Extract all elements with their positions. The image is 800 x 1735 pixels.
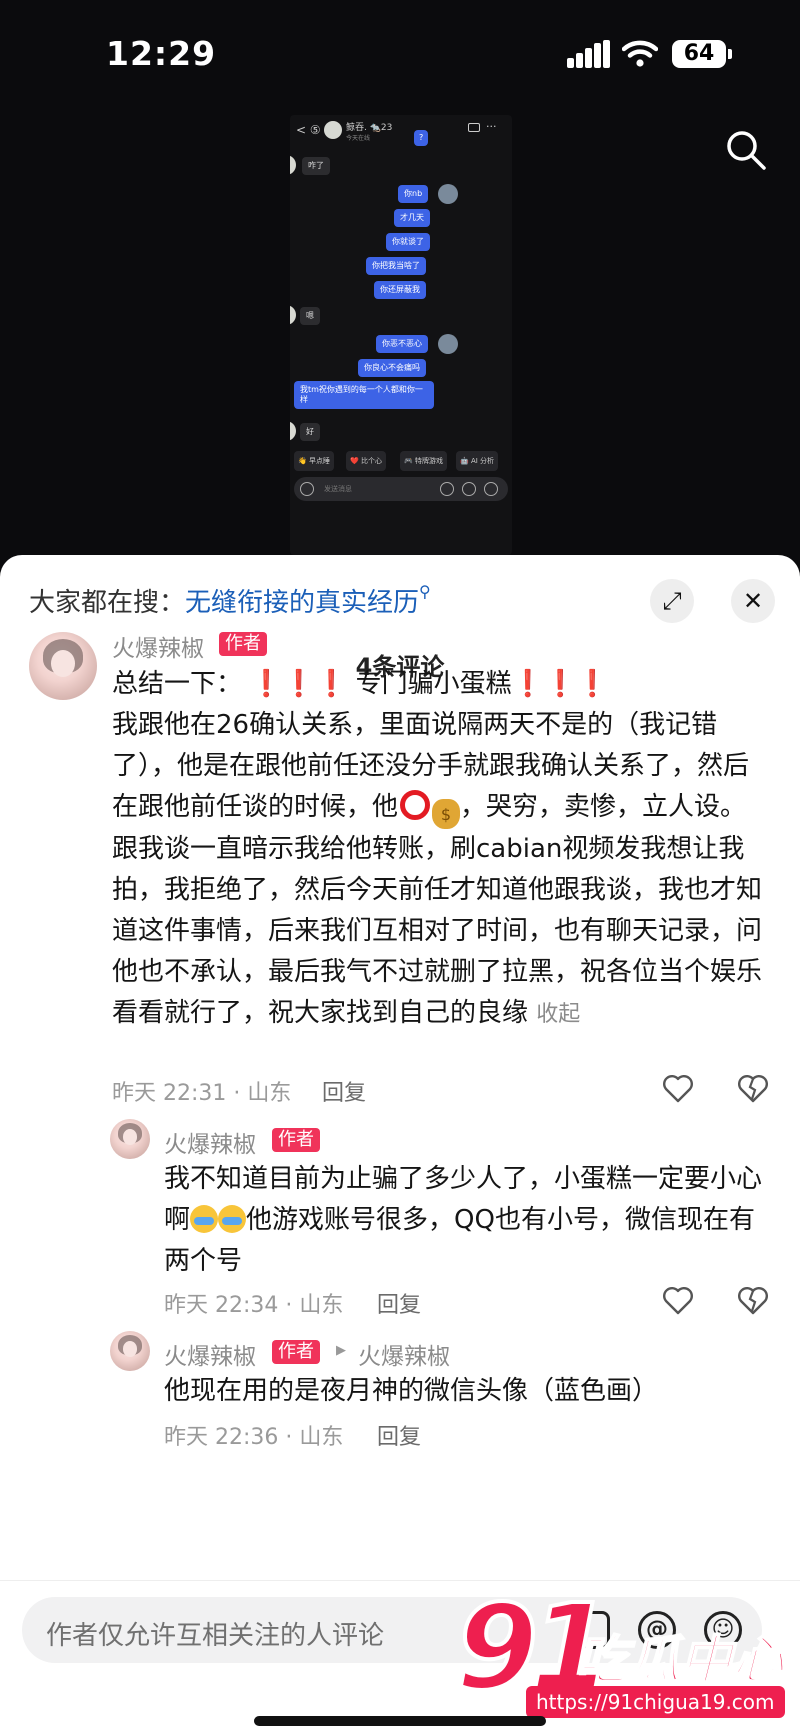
crying-face-icon bbox=[218, 1205, 247, 1233]
chat-bubble: 你良心不会痛吗 bbox=[358, 359, 426, 377]
author-badge: 作者 bbox=[219, 632, 267, 656]
reply-button[interactable]: 回复 bbox=[377, 1419, 421, 1451]
chat-header: < ⑤ 鲸吞. 🐀23 今天在线 ··· bbox=[290, 115, 512, 147]
reply-button[interactable]: 回复 bbox=[377, 1287, 421, 1319]
chat-input: 发送消息 bbox=[294, 477, 508, 501]
contact-avatar bbox=[290, 155, 296, 175]
chat-bubble: 好 bbox=[300, 423, 320, 441]
comment-meta: 昨天 22:36 · 山东 bbox=[164, 1425, 344, 1450]
reply-button[interactable]: 回复 bbox=[322, 1075, 366, 1107]
battery-indicator: 64 bbox=[672, 40, 732, 68]
video-call-icon bbox=[468, 123, 480, 132]
chat-bubble: ? bbox=[414, 130, 429, 146]
comment-author[interactable]: 火爆辣椒 bbox=[112, 629, 204, 663]
close-icon[interactable]: ✕ bbox=[731, 579, 775, 623]
chat-bubble: 才几天 bbox=[394, 209, 430, 227]
chat-bubble: 你nb bbox=[398, 185, 429, 203]
search-icon[interactable] bbox=[724, 128, 768, 172]
my-avatar bbox=[438, 184, 458, 204]
like-icon[interactable] bbox=[662, 1073, 694, 1103]
comment-input-placeholder: 作者仅允许互相关注的人评论 bbox=[46, 1621, 385, 1651]
chat-bubble: 咋了 bbox=[302, 157, 330, 175]
avatar[interactable] bbox=[110, 1331, 150, 1371]
comment-text: 他现在用的是夜月神的微信头像（蓝色画） bbox=[164, 1376, 659, 1406]
chat-bubble: 你恶不恶心 bbox=[376, 335, 428, 353]
dislike-icon[interactable] bbox=[737, 1073, 769, 1103]
dislike-icon[interactable] bbox=[737, 1285, 769, 1315]
comment-meta: 昨天 22:34 · 山东 bbox=[164, 1293, 344, 1318]
watermark: 91 吃瓜中心 https://91chigua19.com bbox=[454, 1576, 796, 1728]
contact-avatar bbox=[290, 421, 296, 441]
comment-author[interactable]: 火爆辣椒 bbox=[164, 1125, 256, 1159]
contact-avatar bbox=[324, 121, 342, 139]
avatar[interactable] bbox=[110, 1119, 150, 1159]
comment-sheet: 大家都在搜：无缝衔接的真实经历⚲ ⤢ ✕ 4条评论 火爆辣椒 作者 总结一下： … bbox=[0, 555, 800, 1735]
reply-arrow-icon: ▶ bbox=[336, 1343, 346, 1358]
home-indicator bbox=[254, 1716, 546, 1726]
chat-bubble: 我tm祝你遇到的每一个人都和你一样 bbox=[294, 381, 434, 409]
contact-avatar bbox=[290, 305, 296, 325]
plus-icon bbox=[484, 482, 498, 496]
comment-text: 我不知道目前为止骗了多少人了，小蛋糕一定要小心啊 他游戏账号很多，QQ也有小号，微… bbox=[164, 1164, 763, 1276]
contact-name: 鲸吞. 🐀23 bbox=[346, 123, 393, 133]
chat-screenshot-image[interactable]: < ⑤ 鲸吞. 🐀23 今天在线 ··· ? 咋了 你nb 才几天 你就谈了 你… bbox=[290, 115, 512, 555]
quick-action: 👋 早点睡 bbox=[294, 451, 334, 471]
author-badge: 作者 bbox=[272, 1340, 320, 1364]
status-bar: 12:29 64 bbox=[0, 0, 800, 110]
status-time: 12:29 bbox=[106, 34, 217, 73]
cellular-signal-icon bbox=[567, 40, 611, 68]
quick-action: ❤️ 比个心 bbox=[346, 451, 386, 471]
chat-input-placeholder: 发送消息 bbox=[324, 485, 352, 493]
back-icon: < ⑤ bbox=[296, 123, 321, 137]
my-avatar bbox=[438, 334, 458, 354]
trending-prefix: 大家都在搜： bbox=[29, 588, 186, 618]
quick-action: 🤖 AI 分析 bbox=[456, 451, 499, 471]
comment-meta: 昨天 22:31 · 山东 bbox=[112, 1081, 292, 1106]
crying-face-icon bbox=[190, 1205, 219, 1233]
comment-author[interactable]: 火爆辣椒 bbox=[164, 1337, 256, 1371]
chat-bubble: 你还屏蔽我 bbox=[374, 281, 426, 299]
voice-icon bbox=[440, 482, 454, 496]
watermark-url: https://91chigua19.com bbox=[526, 1686, 785, 1718]
contact-status: 今天在线 bbox=[346, 135, 371, 142]
like-icon[interactable] bbox=[662, 1285, 694, 1315]
author-badge: 作者 bbox=[272, 1128, 320, 1152]
collapse-link[interactable]: 收起 bbox=[536, 1002, 580, 1027]
chat-bubble: 嗯 bbox=[300, 307, 320, 325]
emoji-icon bbox=[462, 482, 476, 496]
camera-icon bbox=[300, 482, 314, 496]
red-circle-icon bbox=[400, 790, 431, 820]
avatar[interactable] bbox=[29, 632, 97, 700]
watermark-brand: 吃瓜中心 bbox=[575, 1630, 785, 1692]
quick-action: 🎮 特牌游戏 bbox=[400, 451, 447, 471]
reply-target[interactable]: 火爆辣椒 bbox=[358, 1337, 450, 1371]
more-icon: ··· bbox=[486, 120, 497, 133]
expand-icon[interactable]: ⤢ bbox=[650, 579, 694, 623]
wifi-icon bbox=[622, 40, 658, 67]
money-bag-icon: $ bbox=[432, 799, 461, 829]
comment-text: 总结一下： ❗❗❗ 专门骗小蛋糕❗❗❗ 我跟他在26确认关系，里面说隔两天不是的… bbox=[112, 669, 763, 1028]
search-icon: ⚲ bbox=[419, 582, 431, 601]
trending-search[interactable]: 大家都在搜：无缝衔接的真实经历⚲ bbox=[29, 582, 431, 619]
chat-bubble: 你就谈了 bbox=[386, 233, 430, 251]
chat-bubble: 你把我当啥了 bbox=[366, 257, 426, 275]
trending-keyword[interactable]: 无缝衔接的真实经历 bbox=[185, 588, 419, 618]
